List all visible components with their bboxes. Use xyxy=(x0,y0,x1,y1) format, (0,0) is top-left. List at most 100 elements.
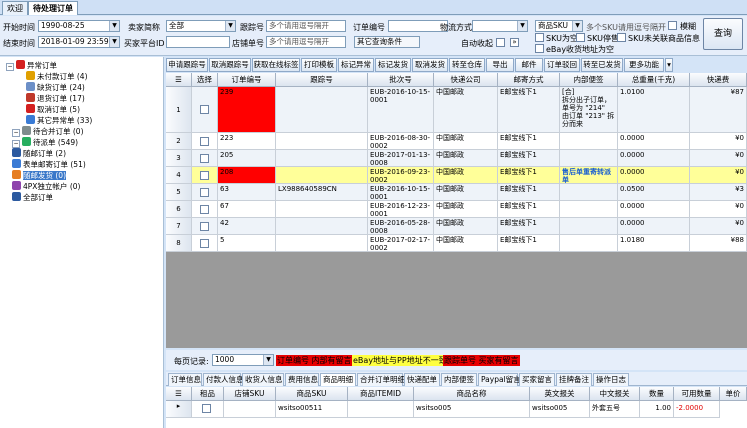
detail-tab[interactable]: 费用信息 xyxy=(285,373,319,386)
tree-item[interactable]: 全部订单 xyxy=(12,192,53,203)
grid-header[interactable]: 选择 xyxy=(192,73,218,87)
grid-header[interactable]: 快递公司 xyxy=(434,73,498,87)
toolbar-button[interactable]: 取消发货 xyxy=(412,58,448,72)
toolbar-button[interactable]: 打印模板 xyxy=(301,58,337,72)
tree-item[interactable]: 缺货订单 (24) xyxy=(26,82,85,93)
chevron-down-icon[interactable]: ▼ xyxy=(109,37,119,47)
grid-menu-icon[interactable]: ☰ xyxy=(166,73,192,87)
table-row[interactable]: 2 223 EUB-2016-08-30-0002 中国邮政 E邮宝线下1 0.0000 ¥… xyxy=(166,133,747,150)
detail-tab[interactable]: 付款人信息 xyxy=(203,373,244,386)
row-select-checkbox[interactable] xyxy=(200,105,209,114)
chevron-down-icon[interactable]: ▼ xyxy=(109,21,119,31)
detail-header[interactable]: 可用数量 xyxy=(674,387,720,401)
detail-tab[interactable]: 合并订单明细 xyxy=(357,373,405,386)
toolbar-button[interactable]: 更多功能 xyxy=(624,58,664,72)
detail-tab[interactable]: 操作日志 xyxy=(593,373,629,386)
logistics-select[interactable]: ▼ xyxy=(472,20,528,32)
seller-select[interactable]: 全部 ▼ xyxy=(166,20,236,32)
tab-welcome[interactable]: 欢迎 xyxy=(2,1,28,15)
store-order-input[interactable]: 多个请用逗号隔开 xyxy=(266,36,346,48)
fuzzy-checkbox[interactable] xyxy=(668,21,677,30)
query-button[interactable]: 查询 xyxy=(703,18,743,50)
platform-id-input[interactable] xyxy=(166,36,230,48)
detail-cell-itemid[interactable] xyxy=(348,401,414,418)
grid-header[interactable]: 订单编号 xyxy=(218,73,276,87)
chevron-down-icon[interactable]: ▼ xyxy=(517,21,527,31)
grid-header[interactable]: 内部便签 xyxy=(560,73,618,87)
sku-stop-checkbox[interactable] xyxy=(576,33,585,42)
toolbar-button[interactable]: 标记发货 xyxy=(375,58,411,72)
other-conditions-button[interactable]: 其它查询条件 xyxy=(354,36,420,48)
tracking-input[interactable]: 多个请用逗号隔开 xyxy=(266,20,346,32)
detail-tab[interactable]: 订单信息 xyxy=(168,373,202,386)
toolbar-button[interactable]: 取消跟踪号 xyxy=(209,58,251,72)
row-select-checkbox[interactable] xyxy=(200,136,209,146)
detail-row[interactable]: ▸ wsitso00511 wsitso005 wsitso005 外套五号 1.00 -2… xyxy=(166,401,747,418)
grid-header[interactable]: 邮寄方式 xyxy=(498,73,560,87)
detail-header[interactable]: 租品 xyxy=(192,387,224,401)
sku-input-placeholder[interactable]: 多个SKU请用逗号隔开 xyxy=(586,22,666,33)
order-no-input[interactable] xyxy=(388,20,448,32)
row-select-checkbox[interactable] xyxy=(200,221,209,231)
table-row[interactable]: 1 239 EUB-2016-10-15-0001 中国邮政 E邮宝线下1 [合] 拆分出… xyxy=(166,87,747,133)
auto-collapse-checkbox[interactable] xyxy=(496,38,505,47)
detail-select-checkbox[interactable] xyxy=(202,404,211,413)
toolbar-button[interactable]: 订单驳回 xyxy=(544,58,580,72)
tree-item[interactable]: 表单邮寄订单 (51) xyxy=(12,159,86,170)
tree-item[interactable]: 取消订单 (5) xyxy=(26,104,80,115)
per-page-select[interactable]: 1000 ▼ xyxy=(212,354,274,366)
grid-header[interactable]: 批次号 xyxy=(368,73,434,87)
chevron-down-icon[interactable]: ▼ xyxy=(225,21,235,31)
row-select-checkbox[interactable] xyxy=(200,170,209,180)
tree-item[interactable]: 其它异常单 (33) xyxy=(26,115,92,126)
tree-item[interactable]: 随邮发货 (0) xyxy=(12,170,67,181)
detail-header[interactable]: 英文报关 xyxy=(530,387,590,401)
detail-tab[interactable]: 挂牌备注 xyxy=(556,373,592,386)
tree-item[interactable]: 未付款订单 (4) xyxy=(26,71,88,82)
start-time-input[interactable]: 1990-08-25 ▼ xyxy=(38,20,120,32)
detail-tab[interactable]: 快递配单 xyxy=(404,373,440,386)
row-select-checkbox[interactable] xyxy=(200,187,209,197)
table-row[interactable]: 3 205 EUB-2017-01-13-0008 中国邮政 E邮宝线下1 0.0000 ¥… xyxy=(166,150,747,167)
tree-expander-icon[interactable]: − xyxy=(6,63,14,71)
detail-tab[interactable]: 内部便签 xyxy=(441,373,477,386)
ebay-addr-checkbox[interactable] xyxy=(535,44,544,53)
detail-header[interactable]: 中文报关 xyxy=(590,387,640,401)
detail-header[interactable]: 数量 xyxy=(640,387,674,401)
tree-item[interactable]: − 待合并订单 (0) xyxy=(12,126,84,137)
more-dropdown-icon[interactable]: ▾ xyxy=(665,58,673,72)
table-row[interactable]: 6 67 EUB-2016-12-23-0001 中国邮政 E邮宝线下1 0.0000 ¥0 xyxy=(166,201,747,218)
detail-header[interactable]: 店铺SKU xyxy=(224,387,276,401)
toolbar-button[interactable]: 转至仓库 xyxy=(449,58,485,72)
detail-header[interactable]: 商品名称 xyxy=(414,387,530,401)
tree-item[interactable]: 随邮订单 (2) xyxy=(12,148,66,159)
detail-header[interactable]: 商品ITEMID xyxy=(348,387,414,401)
end-time-input[interactable]: 2018-01-09 23:59:5 ▼ xyxy=(38,36,120,48)
detail-tab[interactable]: 收货人信息 xyxy=(242,373,284,386)
grid-header[interactable]: 总重量(千克) xyxy=(618,73,690,87)
toolbar-button[interactable]: 导出 xyxy=(486,58,514,72)
table-row[interactable]: 8 5 EUB-2017-02-17-0002 中国邮政 E邮宝线下1 1.0180 ¥88 xyxy=(166,235,747,252)
toolbar-button[interactable]: 申请跟踪号 xyxy=(166,58,208,72)
toolbar-button[interactable]: 转至已发货 xyxy=(581,58,623,72)
row-select-checkbox[interactable] xyxy=(200,204,209,214)
table-row[interactable]: 4 208 EUB-2016-09-23-0002 中国邮政 E邮宝线下1 售后单重寄转派… xyxy=(166,167,747,184)
detail-grid-menu-icon[interactable]: ☰ xyxy=(166,387,192,401)
row-select-checkbox[interactable] xyxy=(200,153,209,163)
expand-arrow-icon[interactable]: » xyxy=(510,38,519,47)
detail-tab[interactable]: Paypal留言 xyxy=(478,373,521,386)
chevron-down-icon[interactable]: ▼ xyxy=(263,355,273,365)
detail-tab[interactable]: 买家留言 xyxy=(519,373,555,386)
sku-unlinked-checkbox[interactable] xyxy=(617,33,626,42)
tree-expander-icon[interactable]: − xyxy=(12,140,20,148)
detail-header[interactable]: 商品SKU xyxy=(276,387,348,401)
table-row[interactable]: 7 42 EUB-2016-05-28-0008 中国邮政 E邮宝线下1 0.0000 ¥0 xyxy=(166,218,747,235)
tree-item[interactable]: − 待派单 (549) xyxy=(12,137,78,148)
tree-item[interactable]: 4PX独立帐户 (0) xyxy=(12,181,80,192)
grid-header[interactable]: 跟踪号 xyxy=(276,73,368,87)
tree-expander-icon[interactable]: − xyxy=(12,129,20,137)
detail-cell-sku[interactable]: wsitso00511 xyxy=(276,401,348,418)
tree-item[interactable]: − 异常订单 xyxy=(6,60,57,71)
tree-item[interactable]: 退货订单 (17) xyxy=(26,93,85,104)
chevron-down-icon[interactable]: ▼ xyxy=(572,21,582,31)
